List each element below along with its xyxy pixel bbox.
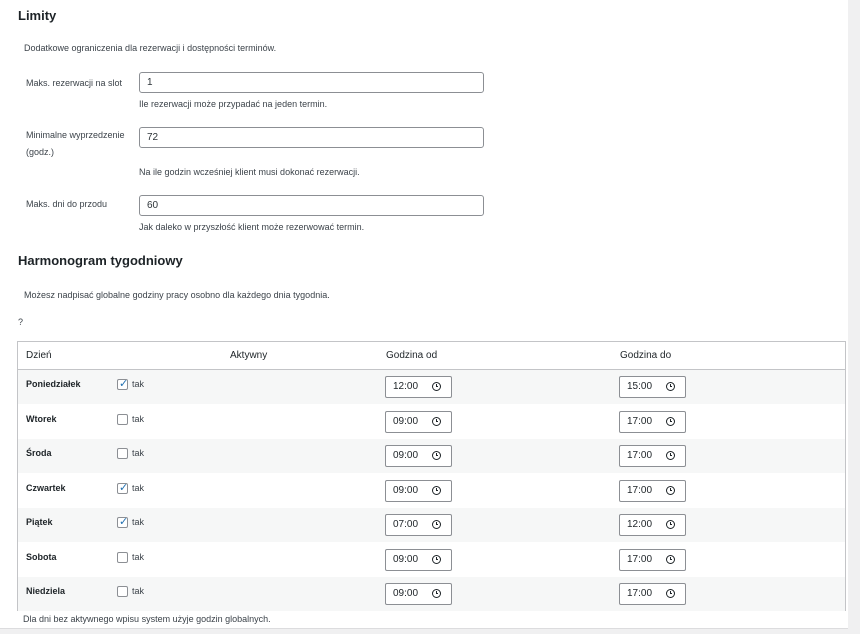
time-from-input[interactable]: 09:00 [385, 445, 452, 467]
table-row: Czwartek ✓ tak 09:00 17:00 [18, 474, 845, 508]
time-from-value: 09:00 [393, 450, 419, 461]
active-checkbox[interactable] [117, 551, 128, 563]
time-from-input[interactable]: 07:00 [385, 514, 452, 536]
time-to-value: 15:00 [627, 381, 653, 392]
active-label: tak [132, 482, 145, 493]
time-to-value: 12:00 [627, 519, 653, 530]
checkmark-icon: ✓ [119, 481, 129, 494]
clock-icon[interactable] [666, 485, 675, 495]
table-row: Środa tak 09:00 17:00 [18, 439, 845, 473]
table-header: Dzień Aktywny Godzina od Godzina do [18, 342, 845, 370]
active-checkbox[interactable]: ✓ [117, 378, 129, 390]
schedule-title: Harmonogram tygodniowy [18, 253, 183, 268]
day-name: Środa [26, 448, 52, 458]
time-from-value: 09:00 [393, 484, 419, 496]
time-to-input[interactable]: 12:00 [619, 514, 686, 536]
checkmark-icon: ✓ [119, 516, 129, 528]
active-label: tak [132, 551, 145, 562]
schedule-footer-note: Dla dni bez aktywnego wpisu system użyje… [23, 614, 271, 624]
time-from-value: 09:00 [393, 415, 419, 427]
weekly-schedule-table: Dzień Aktywny Godzina od Godzina do Poni… [17, 341, 846, 611]
active-label: tak [132, 517, 145, 527]
time-to-input[interactable]: 17:00 [619, 445, 686, 467]
time-to-input[interactable]: 15:00 [619, 376, 686, 398]
day-name: Sobota [26, 551, 57, 562]
min-advance-input[interactable] [139, 127, 484, 148]
max-per-slot-input[interactable] [139, 72, 484, 93]
column-day: Dzień [26, 350, 52, 361]
day-name: Poniedziałek [26, 379, 81, 389]
time-from-input[interactable]: 09:00 [385, 410, 452, 433]
max-days-ahead-input[interactable] [139, 195, 484, 216]
max-per-slot-hint: Ile rezerwacji może przypadać na jeden t… [139, 99, 328, 109]
clock-icon[interactable] [432, 382, 441, 391]
active-label: tak [132, 586, 145, 596]
time-to-input[interactable]: 17:00 [619, 410, 686, 433]
day-name: Wtorek [26, 413, 57, 424]
clock-icon[interactable] [432, 554, 441, 564]
time-to-input[interactable]: 17:00 [619, 479, 686, 502]
max-days-ahead-hint: Jak daleko w przyszłość klient może reze… [139, 222, 365, 232]
help-question-mark: ? [18, 317, 24, 327]
time-from-input[interactable]: 09:00 [385, 548, 452, 571]
time-from-input[interactable]: 12:00 [385, 376, 452, 398]
min-advance-label-line1: Minimalne wyprzedzenie [26, 130, 125, 140]
active-checkbox[interactable]: ✓ [117, 516, 129, 528]
clock-icon[interactable] [432, 451, 441, 460]
clock-icon[interactable] [432, 416, 441, 426]
clock-icon[interactable] [666, 451, 675, 460]
time-to-input[interactable]: 17:00 [619, 583, 686, 605]
time-to-input[interactable]: 17:00 [619, 548, 686, 571]
day-name: Czwartek [26, 482, 66, 493]
day-name: Piątek [26, 517, 53, 527]
table-row: Sobota tak 09:00 17:00 [18, 543, 845, 577]
max-per-slot-label: Maks. rezerwacji na slot [26, 78, 123, 88]
table-row: Niedziela tak 09:00 17:00 [18, 577, 845, 611]
min-advance-hint: Na ile godzin wcześniej klient musi doko… [139, 167, 360, 177]
time-to-value: 17:00 [627, 415, 653, 427]
active-checkbox[interactable] [117, 413, 128, 425]
limits-description: Dodatkowe ograniczenia dla rezerwacji i … [24, 43, 277, 53]
time-to-value: 17:00 [627, 588, 653, 599]
clock-icon[interactable] [666, 520, 675, 529]
settings-panel: Limity Dodatkowe ograniczenia dla rezerw… [0, 0, 849, 629]
clock-icon[interactable] [666, 416, 675, 426]
active-label: tak [132, 379, 145, 389]
min-advance-label-line2: (godz.) [26, 147, 55, 157]
table-row: Poniedziałek ✓ tak 12:00 15:00 [18, 370, 845, 404]
time-to-value: 17:00 [627, 484, 653, 496]
clock-icon[interactable] [432, 589, 441, 598]
schedule-description: Możesz nadpisać globalne godziny pracy o… [24, 290, 330, 300]
clock-icon[interactable] [432, 520, 441, 529]
time-from-value: 09:00 [393, 588, 419, 599]
column-to: Godzina do [620, 350, 672, 361]
time-from-value: 12:00 [393, 381, 419, 392]
time-from-value: 07:00 [393, 519, 419, 530]
active-checkbox[interactable] [117, 586, 128, 597]
time-to-value: 17:00 [627, 450, 653, 461]
active-checkbox[interactable] [117, 448, 128, 459]
checkmark-icon: ✓ [119, 378, 129, 390]
table-row: Wtorek tak 09:00 17:00 [18, 405, 845, 439]
day-name: Niedziela [26, 586, 66, 596]
clock-icon[interactable] [432, 485, 441, 495]
active-label: tak [132, 448, 145, 458]
time-from-input[interactable]: 09:00 [385, 479, 452, 502]
scrollbar[interactable] [848, 0, 860, 634]
active-checkbox[interactable]: ✓ [117, 481, 129, 494]
column-from: Godzina od [386, 350, 438, 361]
max-days-ahead-label: Maks. dni do przodu [26, 199, 108, 209]
active-label: tak [132, 413, 145, 424]
clock-icon[interactable] [666, 589, 675, 598]
limits-title: Limity [18, 8, 57, 23]
column-active: Aktywny [230, 350, 268, 361]
time-from-input[interactable]: 09:00 [385, 583, 452, 605]
clock-icon[interactable] [666, 554, 675, 564]
clock-icon[interactable] [666, 382, 675, 391]
min-advance-label: Minimalne wyprzedzenie (godz.) [26, 127, 136, 161]
table-row: Piątek ✓ tak 07:00 12:00 [18, 508, 845, 542]
time-from-value: 09:00 [393, 553, 419, 565]
time-to-value: 17:00 [627, 553, 653, 565]
